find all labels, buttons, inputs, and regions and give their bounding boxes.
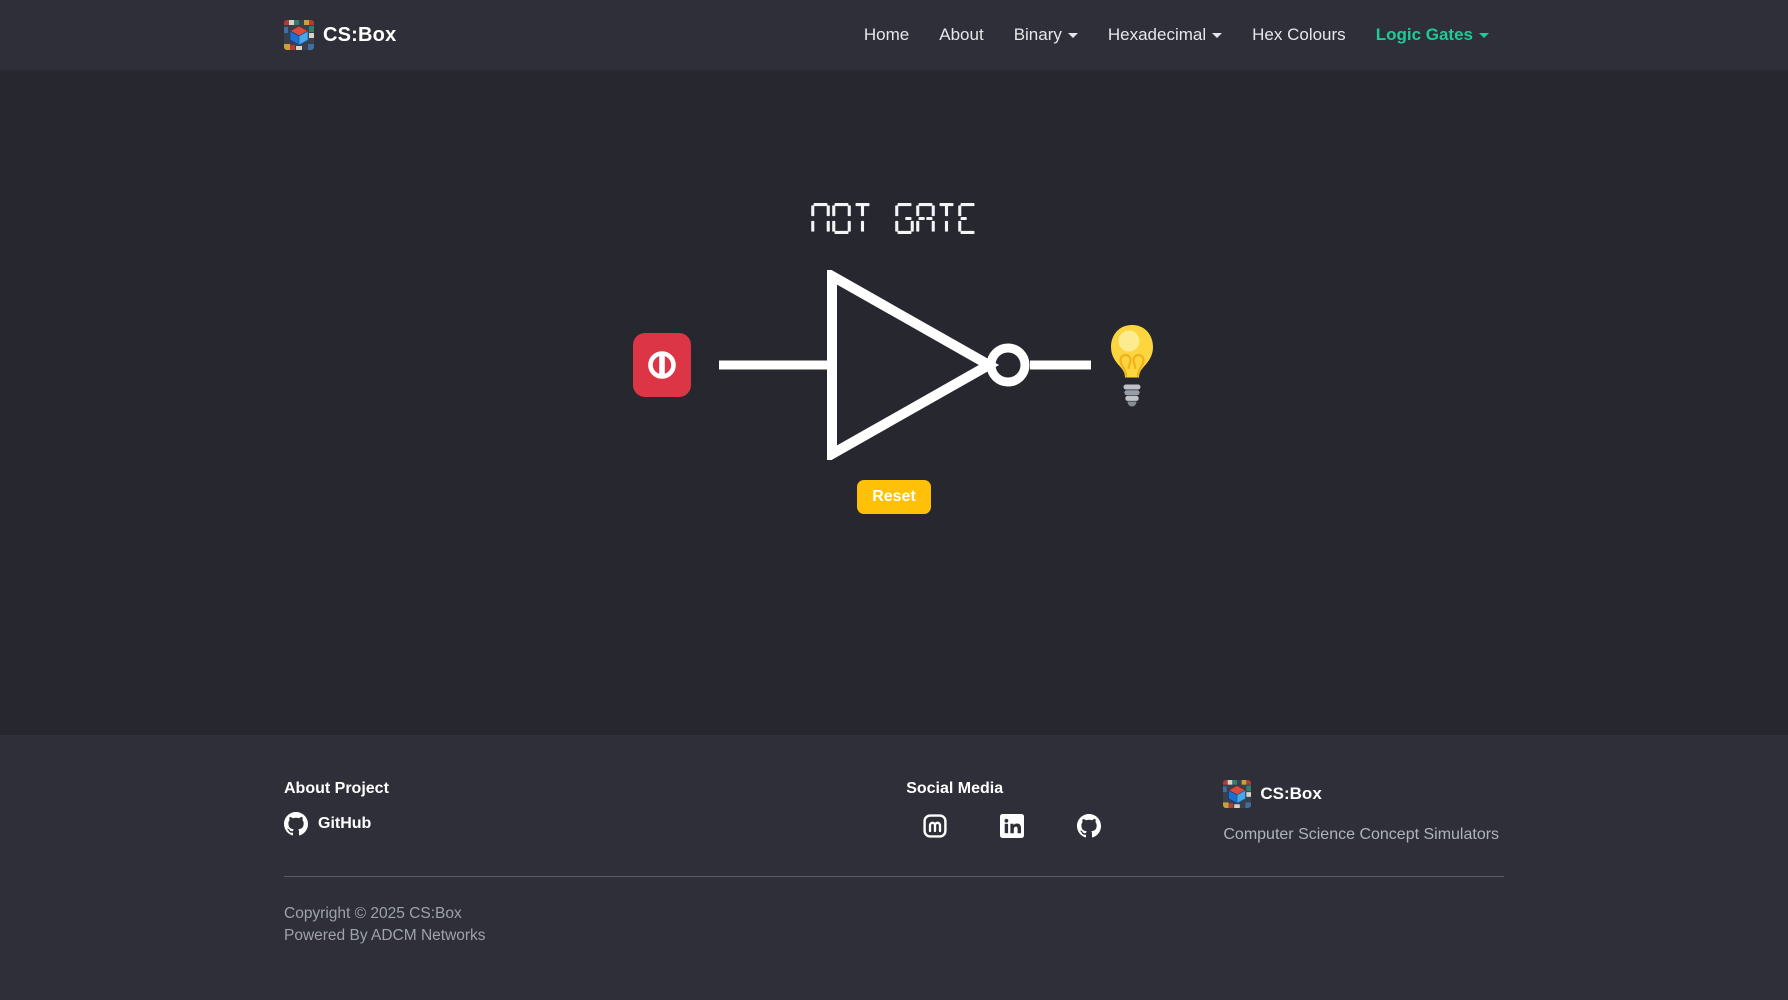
nav-item-logic-gates[interactable]: Logic Gates: [1361, 17, 1504, 53]
nav-item-label: About: [939, 25, 983, 45]
about-project-heading: About Project: [284, 780, 906, 798]
output-bulb-icon: [1108, 323, 1156, 407]
social-media-heading: Social Media: [906, 780, 1223, 798]
footer-brand-name: CS:Box: [1260, 784, 1321, 804]
nav-item-label: Hexadecimal: [1108, 25, 1206, 45]
brand-link[interactable]: CS:Box: [284, 20, 396, 50]
github-link-label: GitHub: [318, 815, 371, 833]
github-social-link[interactable]: [1077, 814, 1101, 838]
nav-item-home[interactable]: Home: [849, 17, 924, 53]
page: CS:Box Home About Binary Hexadecimal Hex Col…: [0, 0, 1788, 1000]
nav-item-label: Logic Gates: [1376, 25, 1473, 45]
github-icon: [284, 812, 308, 836]
mastodon-icon: [923, 814, 947, 838]
powered-by-text: Powered By ADCM Networks: [284, 925, 1504, 947]
github-icon: [1077, 814, 1101, 838]
footer-brand-column: CS:Box Computer Science Concept Simulato…: [1223, 780, 1504, 844]
simulator-page: Reset: [0, 70, 1788, 735]
linkedin-icon: [1000, 814, 1024, 838]
navbar: CS:Box Home About Binary Hexadecimal Hex Col…: [0, 0, 1788, 70]
simulator-title: [810, 203, 978, 234]
nav-item-binary[interactable]: Binary: [999, 17, 1093, 53]
csbox-logo-icon: [284, 20, 314, 50]
footer-divider: [284, 876, 1504, 877]
brand-name: CS:Box: [323, 24, 396, 47]
nav-item-hexadecimal[interactable]: Hexadecimal: [1093, 17, 1237, 53]
nav-item-label: Binary: [1014, 25, 1062, 45]
reset-button[interactable]: Reset: [857, 480, 931, 514]
power-off-icon: [642, 345, 682, 385]
footer-about-column: About Project GitHub: [284, 780, 906, 841]
nav-item-label: Home: [864, 25, 909, 45]
copyright-text: Copyright © 2025 CS:Box: [284, 903, 1504, 925]
nav-item-hex-colours[interactable]: Hex Colours: [1237, 17, 1361, 53]
gate-diagram: [633, 270, 1156, 460]
chevron-down-icon: [1479, 33, 1489, 38]
footer-social-column: Social Media: [906, 780, 1223, 838]
not-gate-symbol: [719, 270, 1091, 460]
mastodon-link[interactable]: [923, 814, 947, 838]
input-toggle-button[interactable]: [633, 333, 691, 397]
csbox-logo-icon: [1223, 780, 1251, 808]
nav-item-label: Hex Colours: [1252, 25, 1346, 45]
linkedin-link[interactable]: [1000, 814, 1024, 838]
footer: About Project GitHub Social Media: [0, 735, 1788, 1000]
chevron-down-icon: [1212, 33, 1222, 38]
chevron-down-icon: [1068, 33, 1078, 38]
nav-item-about[interactable]: About: [924, 17, 998, 53]
brand-tagline: Computer Science Concept Simulators: [1223, 826, 1504, 844]
github-project-link[interactable]: GitHub: [284, 812, 371, 836]
navbar-menu: Home About Binary Hexadecimal Hex Colours Log…: [849, 17, 1504, 53]
